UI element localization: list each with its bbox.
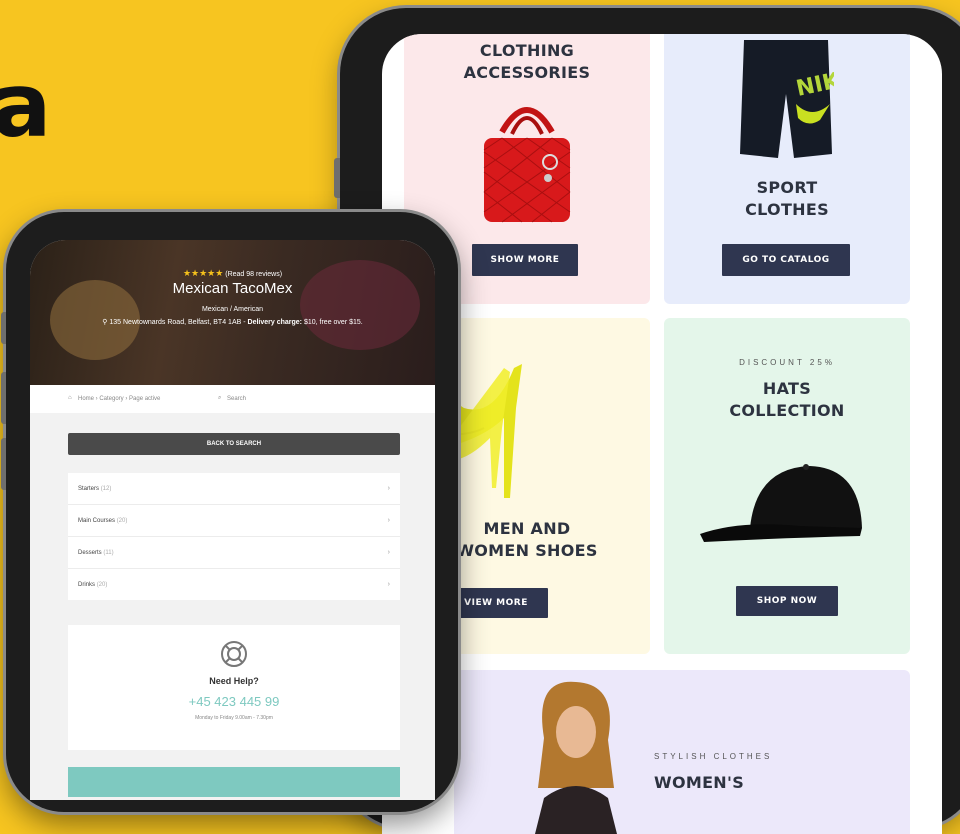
card-subtitle: STYLISH CLOTHES	[654, 752, 773, 761]
rating-stars: ★★★★★	[182, 268, 224, 278]
model-image	[535, 681, 617, 834]
card-title: SPORT	[756, 178, 818, 197]
lifebuoy-icon	[221, 641, 247, 667]
search-link[interactable]: Search	[227, 396, 246, 402]
list-item[interactable]: Main Courses (20) ›	[68, 505, 400, 537]
card-title: COLLECTION	[729, 401, 845, 420]
category-count: (12)	[100, 485, 112, 492]
help-phone[interactable]: +45 423 445 99	[68, 694, 400, 709]
card-title: CLOTHING	[479, 41, 575, 60]
shorts-image: NIKE	[740, 40, 834, 158]
show-more-button[interactable]: SHOW MORE	[472, 244, 578, 276]
cuisine: Mexican / American	[201, 306, 264, 313]
sport-clothes-card: NIKE SPORT CLOTHES GO TO CATALOG	[664, 34, 910, 304]
shop-now-button[interactable]: SHOP NOW	[736, 586, 838, 616]
teal-button[interactable]	[68, 767, 400, 797]
help-hours: Monday to Friday 9.00am - 7.30pm	[195, 715, 273, 721]
help-title: Need Help?	[209, 676, 259, 686]
go-to-catalog-button[interactable]: GO TO CATALOG	[722, 244, 850, 276]
shop-screen: CLOTHING ACCESSORIES SHOW MORE NIKE SPOR…	[382, 34, 942, 834]
chevron-right-icon: ›	[387, 581, 390, 588]
delivery-label: Delivery charge:	[247, 319, 302, 326]
list-item[interactable]: Drinks (20) ›	[68, 569, 400, 600]
category-label: Main Courses	[78, 517, 116, 524]
chevron-right-icon: ›	[387, 485, 390, 492]
view-more-button[interactable]: VIEW MORE	[444, 588, 548, 618]
handbag-image	[483, 107, 571, 223]
phone-side-button	[334, 158, 340, 198]
category-label: Drinks	[78, 581, 96, 588]
menu-categories: Starters (12) › Main Courses (20) › Dess…	[68, 473, 400, 600]
restaurant-hero: ★★★★★ (Read 98 reviews) Mexican TacoMex …	[30, 240, 435, 385]
review-count[interactable]: (Read 98 reviews)	[225, 271, 282, 278]
womens-card: STYLISH CLOTHES WOMEN'S	[454, 670, 910, 834]
breadcrumb-bar: ⌂ Home › Category › Page active ⌕ Search	[30, 385, 435, 413]
category-count: (20)	[116, 517, 128, 524]
chevron-right-icon: ›	[387, 549, 390, 556]
search-icon[interactable]: ⌕	[218, 395, 221, 402]
cap-image	[700, 464, 862, 542]
phone-side-button	[1, 312, 6, 344]
category-count: (11)	[103, 549, 114, 556]
card-title: ACCESSORIES	[463, 63, 591, 82]
hats-collection-card: DISCOUNT 25% HATS COLLECTION SHOP NOW	[664, 318, 910, 654]
category-count: (20)	[96, 581, 108, 588]
delivery-value: $10, free over $15.	[303, 319, 363, 326]
list-item[interactable]: Starters (12) ›	[68, 473, 400, 505]
help-box: Need Help? +45 423 445 99 Monday to Frid…	[68, 625, 400, 750]
restaurant-name: Mexican TacoMex	[172, 280, 293, 297]
map-pin-icon: ⚲	[102, 319, 108, 326]
left-phone: ★★★★★ (Read 98 reviews) Mexican TacoMex …	[1, 212, 458, 812]
chevron-right-icon: ›	[387, 517, 390, 524]
card-title: WOMEN'S	[654, 773, 745, 792]
category-label: Desserts	[78, 549, 102, 556]
restaurant-screen: ★★★★★ (Read 98 reviews) Mexican TacoMex …	[30, 240, 435, 800]
address: 135 Newtownards Road, Belfast, BT4 1AB -	[109, 319, 246, 326]
back-to-search-button[interactable]: BACK TO SEARCH	[68, 433, 400, 455]
phone-side-button	[1, 438, 6, 490]
list-item[interactable]: Desserts (11) ›	[68, 537, 400, 569]
category-label: Starters	[78, 485, 100, 492]
edge-letter: a	[0, 54, 52, 157]
home-icon: ⌂	[68, 395, 72, 401]
card-title: HATS	[762, 379, 812, 398]
phone-side-button	[1, 372, 6, 424]
card-subtitle: DISCOUNT 25%	[739, 358, 835, 367]
card-title: CLOTHES	[745, 200, 829, 219]
breadcrumb[interactable]: Home › Category › Page active	[78, 396, 160, 402]
